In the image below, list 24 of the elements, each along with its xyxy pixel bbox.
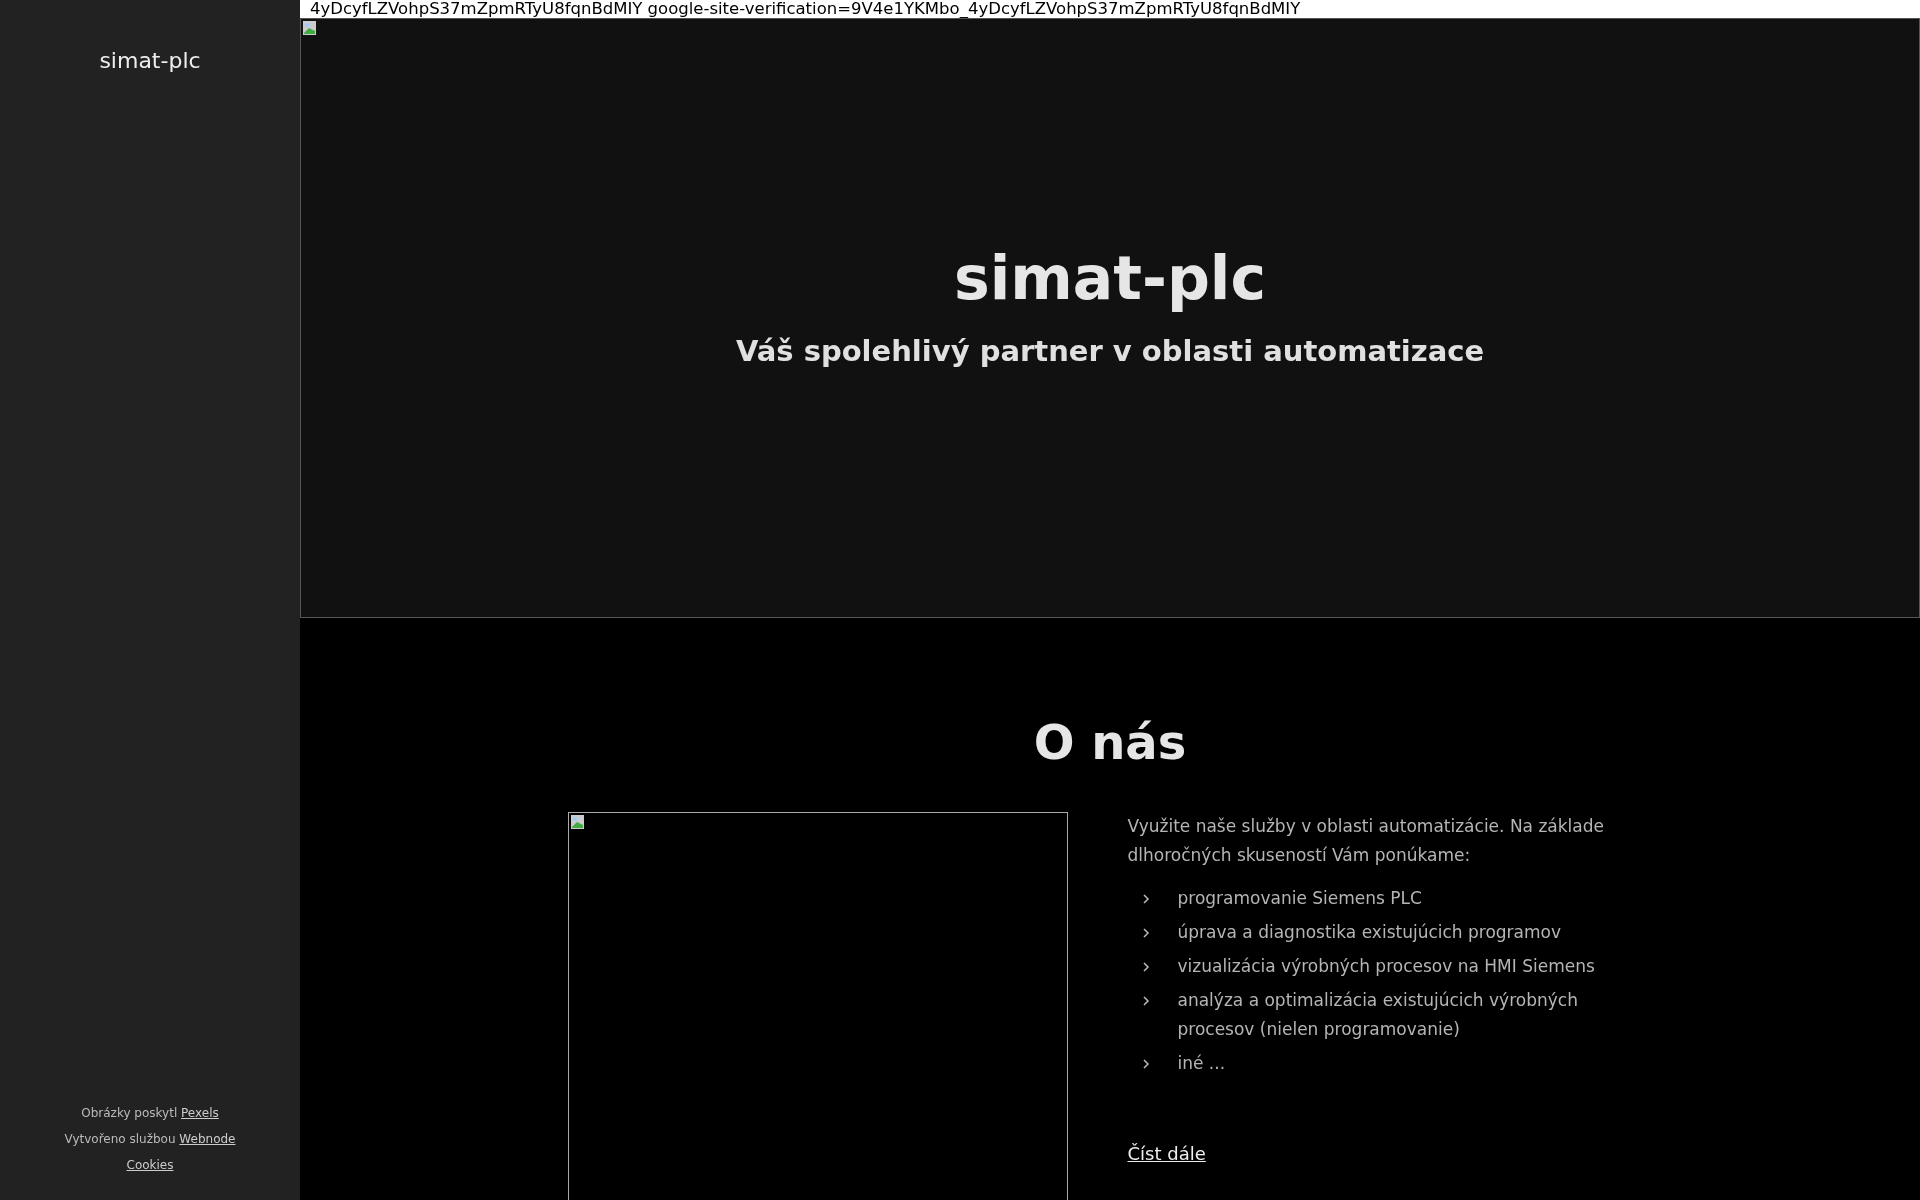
site-title[interactable]: simat-plc — [99, 44, 201, 77]
chevron-icon — [1141, 892, 1150, 905]
credit-text: Obrázky poskytl — [81, 1106, 179, 1120]
footer-link[interactable]: Pexels — [181, 1106, 219, 1120]
chevron-icon — [1141, 926, 1150, 939]
service-item: analýza a optimalizácia existujúcich výrobných procesov (nielen programovanie) — [1177, 988, 1579, 1041]
footer-link[interactable]: Cookies — [126, 1158, 174, 1172]
service-item: programovanie Siemens PLC — [1177, 886, 1422, 910]
section-heading: O nás — [1033, 714, 1187, 772]
service-item: iné ... — [1177, 1051, 1226, 1075]
read-more-link[interactable]: Číst dále — [1127, 1138, 1206, 1168]
chevron-icon — [1141, 994, 1150, 1007]
broken-image-icon — [569, 813, 586, 830]
credit-text: Vytvořeno službou — [64, 1132, 177, 1146]
chevron-icon — [1141, 1057, 1150, 1070]
verification-text: 4yDcyfLZVohpS37mZpmRTyU8fqnBdMIY google-site-verification=9V4e1YKMbo_4yDcyfLZVohpS37mZpmRTyU8fqnBdMIY — [300, 0, 1920, 18]
service-item: úprava a diagnostika existujúcich programov — [1177, 920, 1562, 944]
service-item: vizualizácia výrobných procesov na HMI Siemens — [1177, 954, 1595, 978]
chevron-icon — [1141, 960, 1150, 973]
broken-image-icon — [302, 20, 318, 36]
hero-subtitle: Váš spolehlivý partner v oblasti automatizace — [735, 333, 1485, 371]
hero-title: simat-plc — [954, 242, 1266, 315]
footer-link[interactable]: Webnode — [179, 1132, 236, 1146]
intro-paragraph: Využite naše služby v oblasti automatizácie. Na základe dlhoročných skuseností Vám ponúkame: — [1127, 814, 1605, 867]
